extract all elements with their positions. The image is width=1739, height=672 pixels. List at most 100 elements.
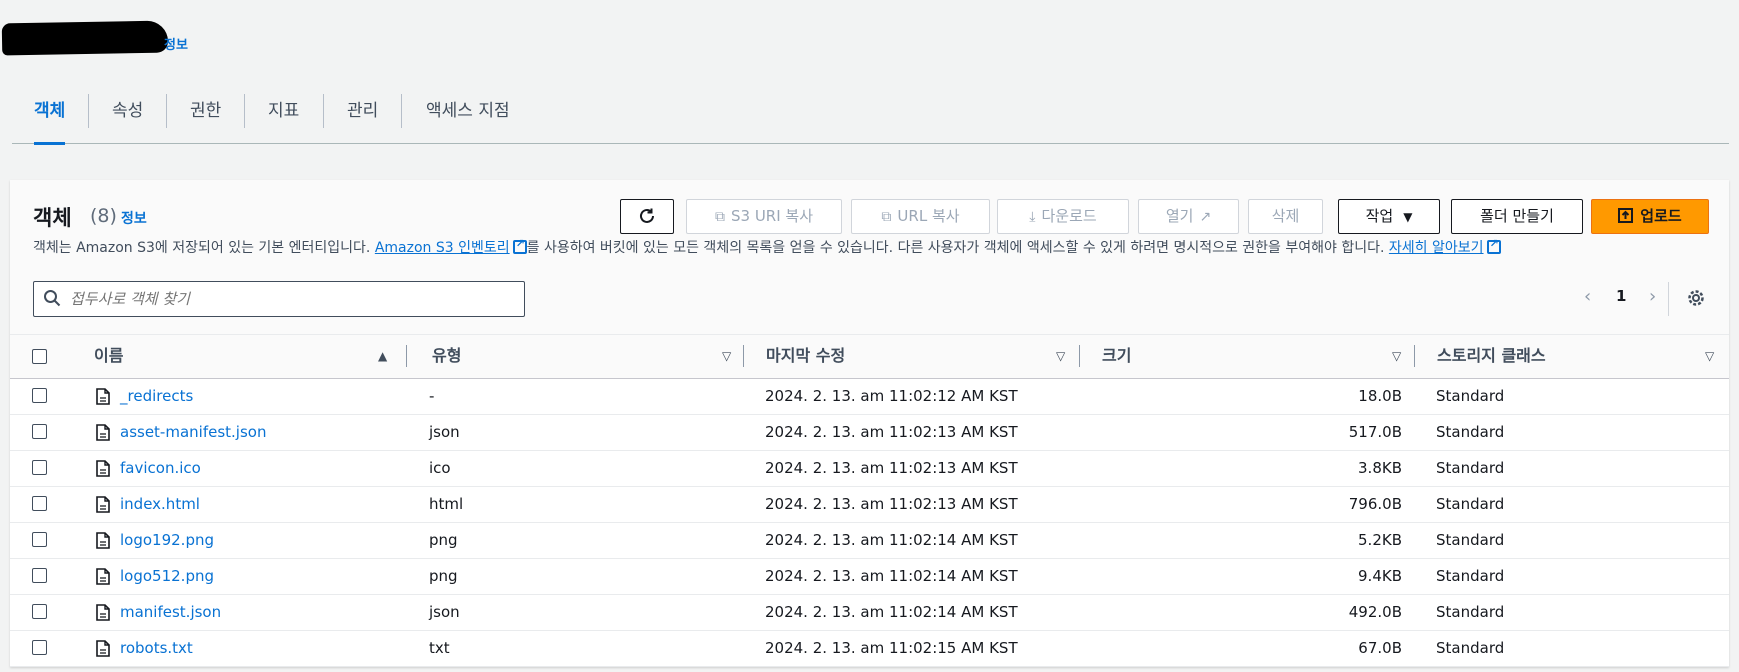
objects-info-link[interactable]: 정보 bbox=[121, 208, 147, 228]
object-storage-class: Standard bbox=[1436, 603, 1505, 621]
row-checkbox[interactable] bbox=[32, 496, 47, 511]
tab-management[interactable]: 관리 bbox=[347, 88, 378, 144]
download-button[interactable]: ⤓ 다운로드 bbox=[997, 199, 1129, 234]
sort-icon[interactable]: ▽ bbox=[1056, 335, 1065, 380]
delete-button[interactable]: 삭제 bbox=[1248, 199, 1323, 234]
previous-page-icon[interactable]: ‹ bbox=[1584, 286, 1591, 307]
copy-icon: ⧉ bbox=[714, 209, 725, 225]
sort-ascending-icon[interactable]: ▲ bbox=[378, 335, 387, 380]
table-row[interactable]: manifest.json json 2024. 2. 13. am 11:02… bbox=[10, 595, 1729, 631]
column-header-type[interactable]: 유형 bbox=[432, 335, 461, 380]
bucket-info-link[interactable]: 정보 bbox=[164, 34, 188, 53]
object-size: 517.0B bbox=[1348, 423, 1402, 441]
tab-properties[interactable]: 속성 bbox=[112, 88, 143, 144]
gear-icon[interactable] bbox=[1686, 288, 1706, 308]
bucket-header: 정보 bbox=[0, 0, 1739, 100]
select-all-checkbox[interactable] bbox=[32, 349, 47, 364]
external-link-icon bbox=[512, 237, 527, 254]
delete-label: 삭제 bbox=[1271, 207, 1300, 225]
row-checkbox[interactable] bbox=[32, 568, 47, 583]
object-last-modified: 2024. 2. 13. am 11:02:13 AM KST bbox=[765, 495, 1018, 513]
tab-objects[interactable]: 객체 bbox=[34, 88, 66, 145]
column-divider[interactable] bbox=[743, 345, 744, 367]
file-icon bbox=[96, 424, 110, 441]
object-storage-class: Standard bbox=[1436, 495, 1505, 513]
tab-access-points[interactable]: 액세스 지점 bbox=[426, 88, 510, 144]
object-last-modified: 2024. 2. 13. am 11:02:13 AM KST bbox=[765, 459, 1018, 477]
object-name-link[interactable]: index.html bbox=[120, 487, 200, 521]
object-storage-class: Standard bbox=[1436, 459, 1505, 477]
copy-url-label: URL 복사 bbox=[897, 207, 960, 225]
upload-label: 업로드 bbox=[1640, 207, 1682, 225]
sort-icon[interactable]: ▽ bbox=[1392, 335, 1401, 380]
column-header-last-modified[interactable]: 마지막 수정 bbox=[766, 335, 845, 380]
table-row[interactable]: asset-manifest.json json 2024. 2. 13. am… bbox=[10, 415, 1729, 451]
object-storage-class: Standard bbox=[1436, 531, 1505, 549]
actions-dropdown[interactable]: 작업 ▼ bbox=[1338, 199, 1440, 234]
file-icon bbox=[96, 640, 110, 657]
tab-metrics[interactable]: 지표 bbox=[268, 88, 299, 144]
object-type: html bbox=[429, 495, 464, 513]
open-button[interactable]: 열기 ↗ bbox=[1138, 199, 1239, 234]
row-checkbox[interactable] bbox=[32, 388, 47, 403]
copy-s3-uri-button[interactable]: ⧉ S3 URI 복사 bbox=[686, 199, 842, 234]
open-label: 열기 bbox=[1165, 207, 1194, 225]
column-header-size[interactable]: 크기 bbox=[1102, 335, 1131, 380]
create-folder-button[interactable]: 폴더 만들기 bbox=[1451, 199, 1583, 234]
object-size: 67.0B bbox=[1358, 639, 1402, 657]
external-link-icon: ↗ bbox=[1199, 209, 1212, 225]
file-icon bbox=[96, 496, 110, 513]
row-checkbox[interactable] bbox=[32, 640, 47, 655]
column-divider[interactable] bbox=[1414, 345, 1415, 367]
object-name-link[interactable]: _redirects bbox=[120, 379, 193, 413]
row-checkbox[interactable] bbox=[32, 532, 47, 547]
refresh-button[interactable] bbox=[620, 199, 674, 234]
tab-permissions[interactable]: 권한 bbox=[190, 88, 221, 144]
description-text: 객체는 Amazon S3에 저장되어 있는 기본 엔터티입니다. bbox=[33, 240, 375, 256]
object-name-link[interactable]: logo192.png bbox=[120, 523, 214, 557]
page-number[interactable]: 1 bbox=[1616, 287, 1626, 305]
object-storage-class: Standard bbox=[1436, 567, 1505, 585]
upload-button[interactable]: 업로드 bbox=[1591, 199, 1709, 234]
object-last-modified: 2024. 2. 13. am 11:02:14 AM KST bbox=[765, 567, 1018, 585]
object-storage-class: Standard bbox=[1436, 423, 1505, 441]
learn-more-link[interactable]: 자세히 알아보기 bbox=[1389, 240, 1484, 256]
object-name-link[interactable]: manifest.json bbox=[120, 595, 221, 629]
table-row[interactable]: logo192.png png 2024. 2. 13. am 11:02:14… bbox=[10, 523, 1729, 559]
table-row[interactable]: logo512.png png 2024. 2. 13. am 11:02:14… bbox=[10, 559, 1729, 595]
object-name-link[interactable]: asset-manifest.json bbox=[120, 415, 266, 449]
object-name-link[interactable]: logo512.png bbox=[120, 559, 214, 593]
table-row[interactable]: index.html html 2024. 2. 13. am 11:02:13… bbox=[10, 487, 1729, 523]
object-last-modified: 2024. 2. 13. am 11:02:12 AM KST bbox=[765, 387, 1018, 405]
row-checkbox[interactable] bbox=[32, 424, 47, 439]
table-row[interactable]: _redirects - 2024. 2. 13. am 11:02:12 AM… bbox=[10, 379, 1729, 415]
inventory-link[interactable]: Amazon S3 인벤토리 bbox=[375, 240, 510, 256]
row-checkbox[interactable] bbox=[32, 460, 47, 475]
download-icon: ⤓ bbox=[1029, 209, 1036, 225]
row-checkbox[interactable] bbox=[32, 604, 47, 619]
copy-url-button[interactable]: ⧉ URL 복사 bbox=[851, 199, 990, 234]
column-divider[interactable] bbox=[406, 345, 407, 367]
object-type: png bbox=[429, 531, 458, 549]
file-icon bbox=[96, 388, 110, 405]
sort-icon[interactable]: ▽ bbox=[722, 335, 731, 380]
object-type: png bbox=[429, 567, 458, 585]
column-divider[interactable] bbox=[1079, 345, 1080, 367]
caret-down-icon: ▼ bbox=[1403, 210, 1413, 224]
refresh-icon bbox=[640, 208, 654, 223]
pagination-divider bbox=[1668, 282, 1669, 316]
search-input[interactable] bbox=[70, 286, 510, 312]
file-icon bbox=[96, 460, 110, 477]
object-storage-class: Standard bbox=[1436, 387, 1505, 405]
column-header-storage-class[interactable]: 스토리지 클래스 bbox=[1437, 335, 1546, 380]
table-row[interactable]: robots.txt txt 2024. 2. 13. am 11:02:15 … bbox=[10, 631, 1729, 667]
sort-icon[interactable]: ▽ bbox=[1705, 335, 1714, 380]
next-page-icon[interactable]: › bbox=[1649, 286, 1656, 307]
table-row[interactable]: favicon.ico ico 2024. 2. 13. am 11:02:13… bbox=[10, 451, 1729, 487]
file-icon bbox=[96, 604, 110, 621]
object-last-modified: 2024. 2. 13. am 11:02:15 AM KST bbox=[765, 639, 1018, 657]
column-header-name[interactable]: 이름 bbox=[94, 335, 123, 380]
object-name-link[interactable]: robots.txt bbox=[120, 631, 193, 665]
object-name-link[interactable]: favicon.ico bbox=[120, 451, 201, 485]
redacted-bucket-name bbox=[1, 20, 169, 56]
